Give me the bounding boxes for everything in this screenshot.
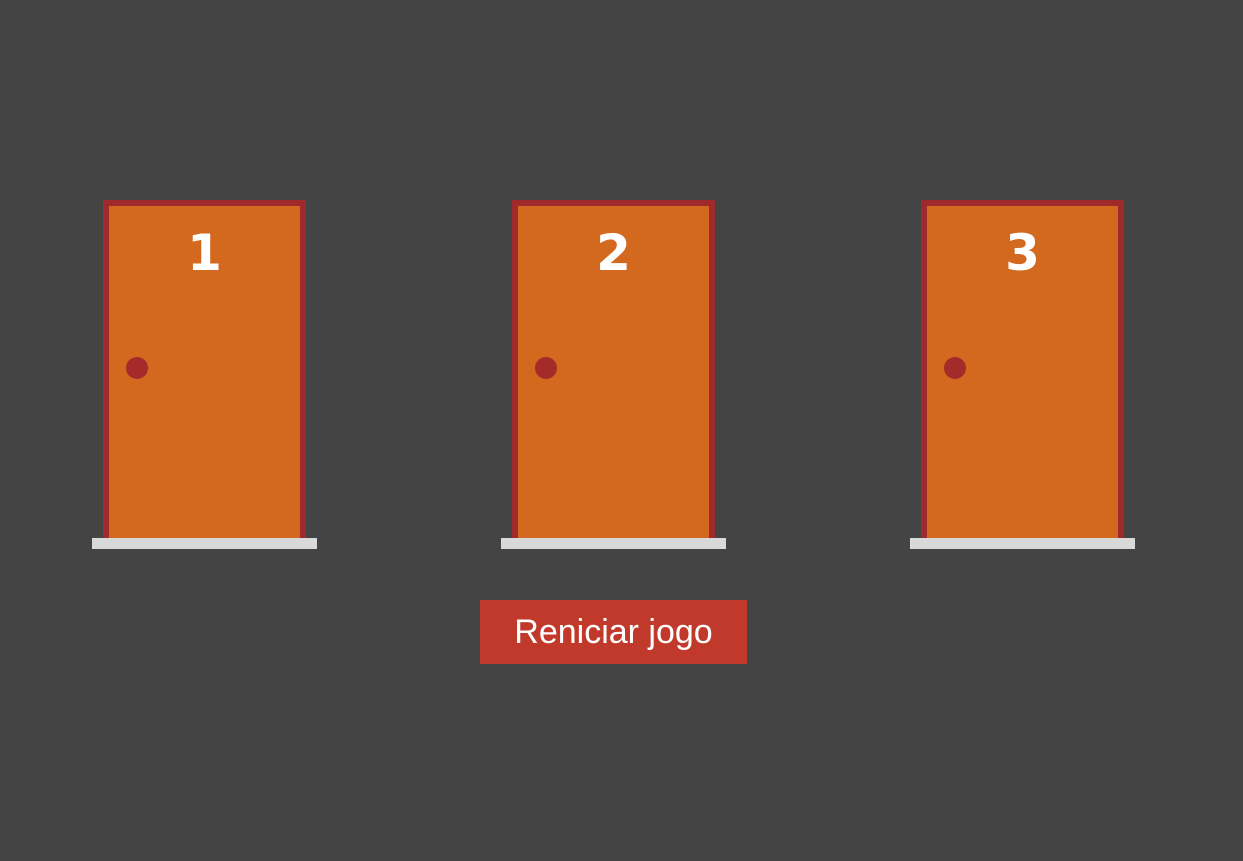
doorknob-icon bbox=[944, 357, 966, 379]
door-1[interactable]: 1 bbox=[109, 206, 300, 538]
door-frame: 2 bbox=[512, 200, 715, 538]
doorknob-icon bbox=[535, 357, 557, 379]
door-3-container: 3 bbox=[910, 200, 1135, 549]
door-2[interactable]: 2 bbox=[518, 206, 709, 538]
door-3[interactable]: 3 bbox=[927, 206, 1118, 538]
door-2-container: 2 bbox=[501, 200, 726, 549]
door-1-container: 1 bbox=[92, 200, 317, 549]
door-threshold bbox=[910, 538, 1135, 549]
door-threshold bbox=[501, 538, 726, 549]
door-frame: 3 bbox=[921, 200, 1124, 538]
door-frame: 1 bbox=[103, 200, 306, 538]
door-number: 2 bbox=[596, 224, 631, 282]
door-number: 1 bbox=[187, 224, 222, 282]
doorknob-icon bbox=[126, 357, 148, 379]
restart-game-button[interactable]: Reniciar jogo bbox=[480, 600, 747, 664]
door-number: 3 bbox=[1005, 224, 1040, 282]
door-threshold bbox=[92, 538, 317, 549]
